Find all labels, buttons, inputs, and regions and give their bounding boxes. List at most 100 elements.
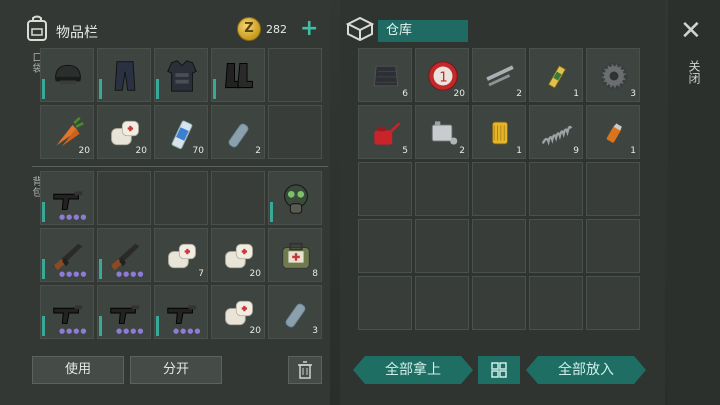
pocket-slot[interactable] bbox=[211, 48, 265, 102]
item-count: 20 bbox=[249, 326, 261, 336]
backpack-grid: ●●●● ●●●● ●●●● 7 20 8 ●●●● ●●●● ●●●● 20 3 bbox=[40, 171, 322, 339]
pocket-slot[interactable] bbox=[268, 48, 322, 102]
take-all-button[interactable]: 全部拿上 bbox=[353, 356, 473, 384]
item-count: 1 bbox=[573, 89, 579, 99]
warehouse-slot[interactable] bbox=[472, 219, 526, 273]
water-bottle-icon bbox=[220, 114, 258, 152]
warehouse-slot[interactable]: 6 bbox=[358, 48, 412, 102]
trash-button[interactable] bbox=[288, 356, 322, 384]
quality-dots: ●●●● bbox=[116, 327, 145, 335]
pocket-slot[interactable]: 70 bbox=[154, 105, 208, 159]
close-label[interactable]: 关闭 bbox=[686, 60, 703, 84]
close-icon[interactable]: ✕ bbox=[680, 18, 702, 44]
inventory-screen: 物品栏 Z 282 + 口袋 背包 20 20 70 2 ●●●● ●●●● ●●●● 7 2… bbox=[0, 0, 720, 405]
medkit-bag-icon bbox=[277, 237, 315, 275]
warehouse-slot[interactable] bbox=[529, 219, 583, 273]
gear-icon bbox=[595, 57, 633, 95]
warehouse-slot[interactable] bbox=[586, 276, 640, 330]
use-button[interactable]: 使用 bbox=[32, 356, 124, 384]
warehouse-slot[interactable]: 3 bbox=[586, 48, 640, 102]
oil-filter-icon bbox=[481, 114, 519, 152]
warehouse-slot[interactable]: 1 bbox=[472, 105, 526, 159]
backpack-slot[interactable] bbox=[268, 171, 322, 225]
backpack-slot[interactable]: 20 bbox=[211, 228, 265, 282]
quality-dots: ●●●● bbox=[59, 213, 88, 221]
add-coins-button[interactable]: + bbox=[300, 16, 318, 42]
durability-bar bbox=[270, 202, 273, 222]
warehouse-slot[interactable]: 9 bbox=[529, 105, 583, 159]
coin-count: 282 bbox=[266, 23, 287, 36]
spring-icon bbox=[538, 114, 576, 152]
item-count: 3 bbox=[630, 89, 636, 99]
warehouse-slot[interactable]: 2 bbox=[472, 48, 526, 102]
backpack-slot[interactable]: 8 bbox=[268, 228, 322, 282]
helmet-icon bbox=[49, 57, 87, 95]
warehouse-slot[interactable]: 1 bbox=[529, 48, 583, 102]
put-all-button[interactable]: 全部放入 bbox=[526, 356, 646, 384]
backpack-slot[interactable] bbox=[211, 171, 265, 225]
inventory-title: 物品栏 bbox=[56, 25, 98, 41]
pockets-grid: 20 20 70 2 bbox=[40, 48, 322, 159]
item-count: 70 bbox=[192, 146, 204, 156]
quality-dots: ●●●● bbox=[116, 270, 145, 278]
warehouse-slot[interactable] bbox=[472, 276, 526, 330]
durability-bar bbox=[42, 259, 45, 279]
backpack-slot[interactable]: ●●●● bbox=[97, 285, 151, 339]
warehouse-slot[interactable] bbox=[358, 219, 412, 273]
warehouse-slot[interactable] bbox=[415, 219, 469, 273]
item-count: 1 bbox=[630, 146, 636, 156]
section-divider bbox=[32, 166, 328, 167]
pocket-slot[interactable] bbox=[154, 48, 208, 102]
boots-icon bbox=[220, 57, 258, 95]
backpack-slot[interactable]: 20 bbox=[211, 285, 265, 339]
item-count: 7 bbox=[198, 269, 204, 279]
pocket-slot[interactable] bbox=[40, 48, 94, 102]
warehouse-slot[interactable] bbox=[529, 276, 583, 330]
backpack-icon bbox=[27, 15, 47, 41]
durability-bar bbox=[42, 79, 45, 99]
warehouse-title: 仓库 bbox=[378, 20, 468, 42]
backpack-slot[interactable]: ●●●● bbox=[154, 285, 208, 339]
warehouse-slot[interactable] bbox=[586, 162, 640, 216]
split-button[interactable]: 分开 bbox=[130, 356, 222, 384]
backpack-slot[interactable]: ●●●● bbox=[97, 228, 151, 282]
backpack-slot[interactable] bbox=[97, 171, 151, 225]
warehouse-slot[interactable]: 5 bbox=[358, 105, 412, 159]
gas-mask-icon bbox=[277, 180, 315, 218]
item-count: 20 bbox=[249, 269, 261, 279]
warehouse-slot[interactable] bbox=[415, 162, 469, 216]
item-count: 20 bbox=[453, 89, 465, 99]
pipe-parts-icon bbox=[481, 57, 519, 95]
warehouse-slot[interactable] bbox=[472, 162, 526, 216]
quality-dots: ●●●● bbox=[173, 327, 202, 335]
warehouse-icon bbox=[345, 16, 375, 42]
oil-can-icon bbox=[367, 114, 405, 152]
backpack-slot[interactable]: ●●●● bbox=[40, 171, 94, 225]
warehouse-slot[interactable]: 1 bbox=[586, 105, 640, 159]
backpack-slot[interactable] bbox=[154, 171, 208, 225]
pocket-slot[interactable] bbox=[268, 105, 322, 159]
durability-bar bbox=[42, 202, 45, 222]
pocket-slot[interactable] bbox=[97, 48, 151, 102]
pocket-slot[interactable]: 2 bbox=[211, 105, 265, 159]
warehouse-slot[interactable] bbox=[415, 276, 469, 330]
durability-bar bbox=[213, 79, 216, 99]
item-count: 1 bbox=[516, 146, 522, 156]
pocket-slot[interactable]: 20 bbox=[40, 105, 94, 159]
backpack-slot[interactable]: ●●●● bbox=[40, 285, 94, 339]
warehouse-slot[interactable] bbox=[529, 162, 583, 216]
warehouse-slot[interactable] bbox=[358, 276, 412, 330]
backpack-slot[interactable]: 3 bbox=[268, 285, 322, 339]
item-count: 5 bbox=[402, 146, 408, 156]
warehouse-slot[interactable] bbox=[358, 162, 412, 216]
quality-dots: ●●●● bbox=[59, 327, 88, 335]
warehouse-slot[interactable]: 2 bbox=[415, 105, 469, 159]
sort-button[interactable] bbox=[478, 356, 520, 384]
warehouse-slot[interactable] bbox=[586, 219, 640, 273]
warehouse-slot[interactable]: 1 20 bbox=[415, 48, 469, 102]
backpack-slot[interactable]: ●●●● bbox=[40, 228, 94, 282]
backpack-slot[interactable]: 7 bbox=[154, 228, 208, 282]
item-count: 20 bbox=[135, 146, 147, 156]
item-count: 20 bbox=[78, 146, 90, 156]
pocket-slot[interactable]: 20 bbox=[97, 105, 151, 159]
